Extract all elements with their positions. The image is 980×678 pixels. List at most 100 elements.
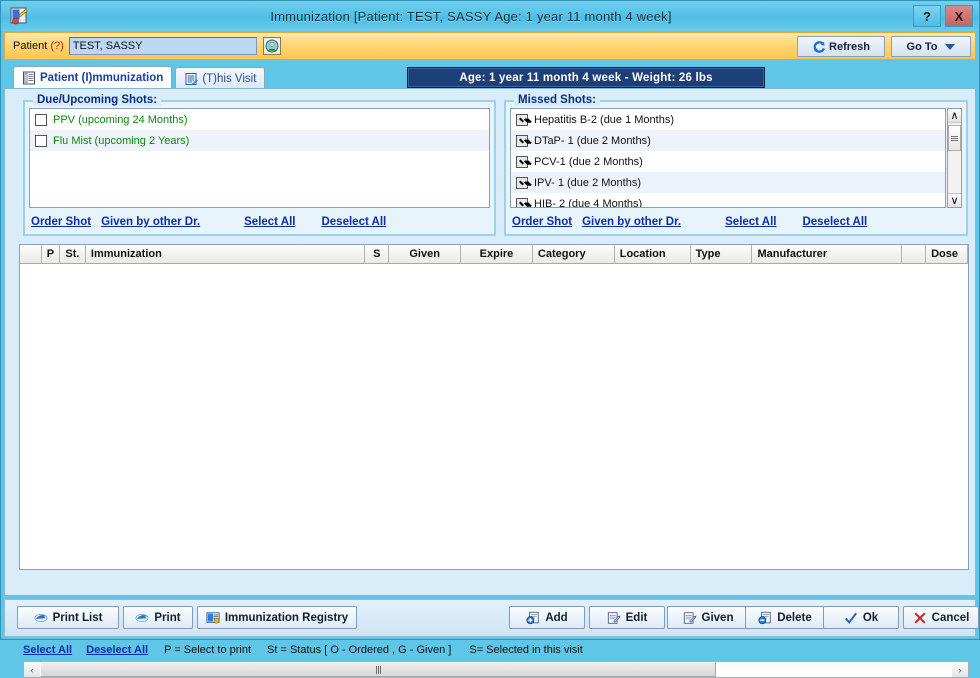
missed-shots-title: Missed Shots: bbox=[514, 94, 600, 106]
scrollbar-thumb[interactable] bbox=[948, 125, 961, 151]
help-button[interactable]: ? bbox=[913, 5, 941, 27]
due-shot-checkbox[interactable] bbox=[35, 113, 47, 126]
grid-col-manufacturer[interactable]: Manufacturer bbox=[752, 245, 903, 263]
missed-shot-checkbox[interactable] bbox=[516, 197, 528, 207]
scroll-right-arrow-icon[interactable]: › bbox=[952, 662, 968, 677]
immunization-window: Immunization [Patient: TEST, SASSY Age: … bbox=[0, 0, 980, 678]
cancel-icon bbox=[914, 612, 926, 623]
window-title: Immunization [Patient: TEST, SASSY Age: … bbox=[270, 8, 672, 24]
add-icon bbox=[526, 611, 539, 624]
title-bar: Immunization [Patient: TEST, SASSY Age: … bbox=[1, 1, 979, 31]
grip-icon bbox=[375, 665, 381, 674]
tab-this-visit-label: (T)his Visit bbox=[202, 72, 257, 85]
missed-shot-checkbox[interactable] bbox=[516, 155, 528, 168]
grid-col-dose[interactable]: Dose bbox=[926, 245, 968, 263]
grid-col-s[interactable]: S bbox=[365, 245, 390, 263]
grid-col-spacer[interactable] bbox=[902, 245, 927, 263]
list-item[interactable]: IPV- 1 (due 2 Months) bbox=[511, 172, 945, 193]
goto-button[interactable]: Go To bbox=[891, 36, 971, 57]
missed-deselect-all-link[interactable]: Deselect All bbox=[802, 216, 867, 228]
patient-label-text: Patient bbox=[13, 40, 51, 52]
print-list-button[interactable]: Print List bbox=[17, 606, 119, 629]
legend-st-text: St = Status [ O - Ordered , G - Given ] bbox=[267, 644, 452, 656]
edit-button[interactable]: Edit bbox=[589, 606, 665, 629]
scroll-down-arrow-icon[interactable]: ∨ bbox=[948, 193, 961, 207]
grid-col-category[interactable]: Category bbox=[532, 245, 615, 263]
scroll-up-arrow-icon[interactable]: ∧ bbox=[948, 109, 961, 123]
due-select-all-link[interactable]: Select All bbox=[244, 216, 295, 228]
grid-select-all-link[interactable]: Select All bbox=[23, 644, 72, 656]
list-item[interactable]: PCV-1 (due 2 Months) bbox=[511, 151, 945, 172]
missed-shot-label: PCV-1 (due 2 Months) bbox=[534, 155, 643, 168]
tab-patient-immunization[interactable]: Patient (I)mmunization bbox=[13, 66, 173, 89]
close-button[interactable]: X bbox=[945, 5, 973, 27]
scroll-left-arrow-icon[interactable]: ‹ bbox=[24, 662, 40, 677]
refresh-button[interactable]: Refresh bbox=[797, 36, 885, 57]
due-order-shot-link[interactable]: Order Shot bbox=[31, 216, 91, 228]
due-upcoming-shots-title: Due/Upcoming Shots: bbox=[33, 94, 162, 106]
legend-s-text: S= Selected in this visit bbox=[469, 644, 583, 656]
patient-lookup-button[interactable] bbox=[262, 37, 281, 55]
grid-col-st[interactable]: St. bbox=[59, 245, 86, 263]
grid-col-expire[interactable]: Expire bbox=[461, 245, 533, 263]
due-upcoming-shots-list[interactable]: PPV (upcoming 24 Months) Flu Mist (upcom… bbox=[29, 108, 490, 208]
horizontal-scrollbar-thumb[interactable] bbox=[40, 662, 716, 677]
grid-col-p[interactable]: P bbox=[41, 245, 60, 263]
grid-horizontal-scrollbar[interactable]: ‹ › bbox=[23, 661, 969, 678]
patient-help-marker: (?) bbox=[50, 40, 64, 52]
list-item[interactable]: Hepatitis B-2 (due 1 Months) bbox=[511, 109, 945, 130]
cancel-button[interactable]: Cancel bbox=[903, 606, 979, 629]
patient-bar: Patient (?) Refresh Go To bbox=[4, 32, 976, 60]
patient-input[interactable] bbox=[68, 37, 257, 55]
list-item[interactable]: PPV (upcoming 24 Months) bbox=[30, 109, 489, 130]
list-item[interactable]: Flu Mist (upcoming 2 Years) bbox=[30, 130, 489, 151]
due-shot-label: PPV (upcoming 24 Months) bbox=[53, 113, 188, 126]
missed-shot-checkbox[interactable] bbox=[516, 113, 528, 126]
print-icon bbox=[135, 613, 149, 622]
list-item[interactable]: DTaP- 1 (due 2 Months) bbox=[511, 130, 945, 151]
missed-select-all-link[interactable]: Select All bbox=[725, 216, 776, 228]
ok-button[interactable]: Ok bbox=[823, 606, 899, 629]
immunization-registry-label: Immunization Registry bbox=[224, 611, 349, 624]
grid-col-location[interactable]: Location bbox=[614, 245, 691, 263]
print-icon bbox=[34, 613, 48, 622]
tab-patient-immunization-label: Patient (I)mmunization bbox=[40, 72, 164, 84]
missed-panel-links: Order Shot Given by other Dr. Select All… bbox=[512, 214, 960, 230]
due-shot-checkbox[interactable] bbox=[35, 134, 47, 147]
grid-col-select[interactable] bbox=[20, 245, 42, 263]
legend-p-text: P = Select to print bbox=[164, 644, 252, 656]
grid-col-immunization[interactable]: Immunization bbox=[85, 245, 366, 263]
missed-shot-checkbox[interactable] bbox=[516, 176, 528, 189]
due-deselect-all-link[interactable]: Deselect All bbox=[321, 216, 386, 228]
bottom-button-bar: Print List Print Immunization Registry A… bbox=[4, 599, 979, 637]
missed-order-shot-link[interactable]: Order Shot bbox=[512, 216, 572, 228]
list-item[interactable]: HIB- 2 (due 4 Months) bbox=[511, 193, 945, 207]
add-button[interactable]: Add bbox=[509, 606, 585, 629]
given-label: Given bbox=[701, 611, 734, 624]
grid-body[interactable] bbox=[20, 264, 968, 569]
delete-button[interactable]: Delete bbox=[745, 606, 825, 629]
due-panel-links: Order Shot Given by other Dr. Select All… bbox=[31, 214, 488, 230]
grid-col-given[interactable]: Given bbox=[389, 245, 462, 263]
due-shot-label: Flu Mist (upcoming 2 Years) bbox=[53, 134, 190, 147]
missed-given-by-other-link[interactable]: Given by other Dr. bbox=[582, 216, 681, 228]
immunization-grid[interactable]: P St. Immunization S Given Expire Catego… bbox=[19, 244, 969, 570]
missed-shot-checkbox[interactable] bbox=[516, 134, 528, 147]
refresh-label: Refresh bbox=[829, 40, 870, 53]
print-list-label: Print List bbox=[52, 611, 103, 624]
missed-shot-label: Hepatitis B-2 (due 1 Months) bbox=[534, 113, 675, 126]
grid-col-type[interactable]: Type bbox=[690, 245, 753, 263]
content-area: Due/Upcoming Shots: PPV (upcoming 24 Mon… bbox=[4, 88, 976, 678]
immunization-registry-button[interactable]: Immunization Registry bbox=[197, 606, 357, 629]
due-given-by-other-link[interactable]: Given by other Dr. bbox=[101, 216, 200, 228]
missed-shots-scrollbar[interactable]: ∧ ∨ bbox=[947, 108, 962, 208]
tab-this-visit[interactable]: (T)his Visit bbox=[175, 67, 266, 89]
print-label: Print bbox=[154, 611, 181, 624]
immunization-app-icon bbox=[9, 6, 29, 26]
print-button[interactable]: Print bbox=[123, 606, 193, 629]
check-icon bbox=[844, 612, 857, 624]
missed-shot-label: DTaP- 1 (due 2 Months) bbox=[534, 134, 651, 147]
given-button[interactable]: Given bbox=[667, 606, 749, 629]
missed-shots-list[interactable]: Hepatitis B-2 (due 1 Months) DTaP- 1 (du… bbox=[510, 108, 946, 208]
grid-deselect-all-link[interactable]: Deselect All bbox=[86, 644, 148, 656]
